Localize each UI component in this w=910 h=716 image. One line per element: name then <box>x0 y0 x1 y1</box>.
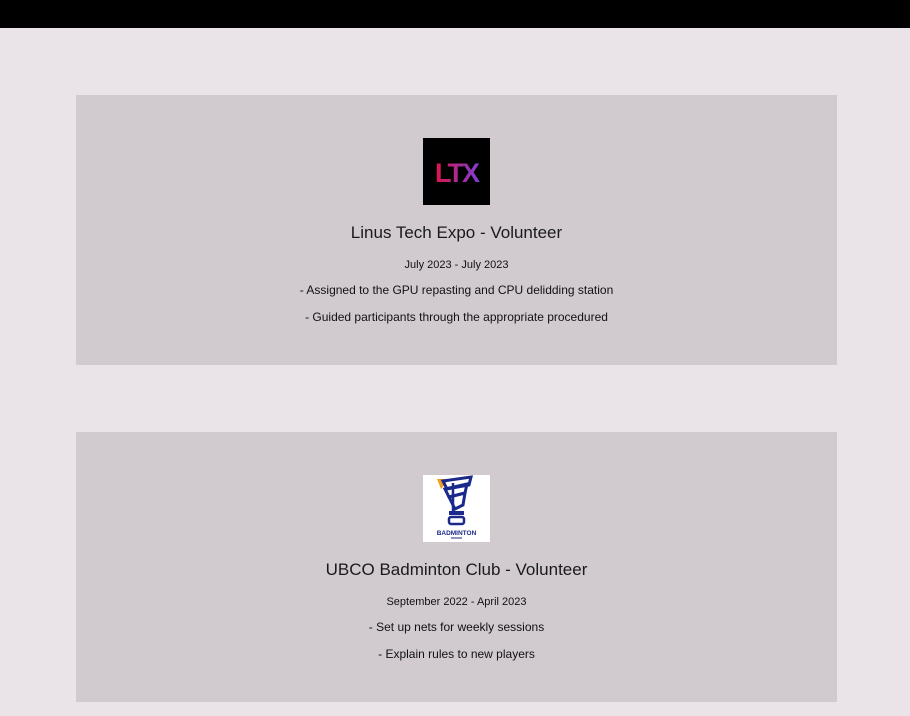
experience-bullet: - Assigned to the GPU repasting and CPU … <box>299 283 614 297</box>
experience-title: Linus Tech Expo - Volunteer <box>350 223 563 242</box>
svg-text:LTX: LTX <box>435 158 480 188</box>
experience-bullet: - Explain rules to new players <box>378 647 535 661</box>
badminton-club-logo-icon: BADMINTON <box>423 475 490 542</box>
experience-title: UBCO Badminton Club - Volunteer <box>325 560 588 579</box>
experience-card-badminton: BADMINTON UBCO Badminton Club - Voluntee… <box>76 432 837 702</box>
ltx-logo-icon: LTX <box>423 138 490 205</box>
top-nav-bar <box>0 0 910 28</box>
svg-text:BADMINTON: BADMINTON <box>437 530 477 537</box>
experience-dates: September 2022 - April 2023 <box>386 596 527 608</box>
experience-bullet: - Guided participants through the approp… <box>305 310 608 324</box>
experience-bullet: - Set up nets for weekly sessions <box>368 620 545 634</box>
experience-card-ltx: LTX Linus Tech Expo - Volunteer July 202… <box>76 95 837 365</box>
experience-dates: July 2023 - July 2023 <box>404 259 509 271</box>
